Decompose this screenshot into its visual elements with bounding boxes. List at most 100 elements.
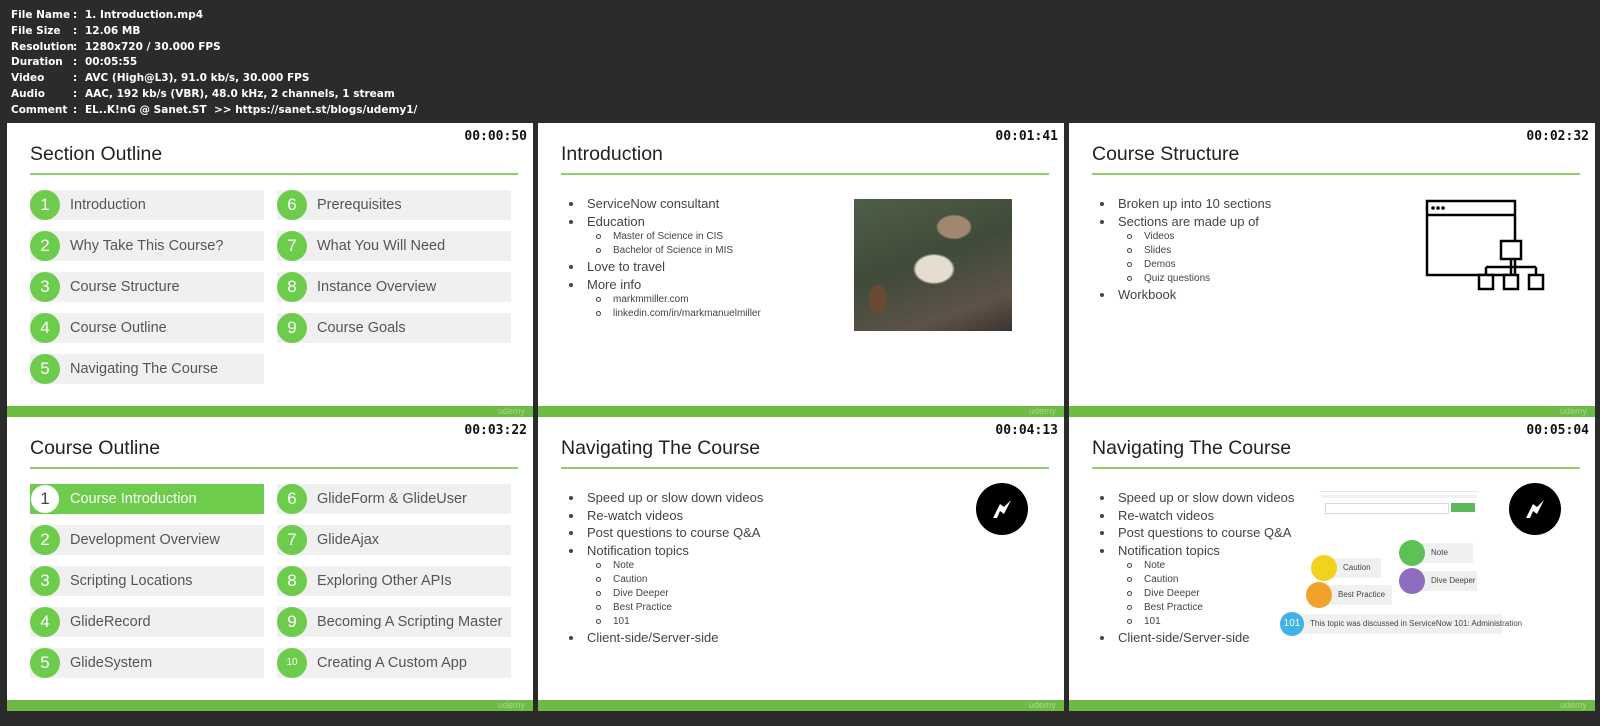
item-number: 4 (30, 313, 60, 343)
presenter-llama-photo (854, 199, 1012, 331)
outline-item: 5 Navigating The Course (30, 354, 264, 384)
info-row-file-name: File Name:1. Introduction.mp4 (11, 8, 417, 24)
slide-footer (538, 406, 1064, 417)
bullet-list: Speed up or slow down videos Re-watch vi… (564, 489, 763, 647)
bullet-item: Speed up or slow down videos (1095, 489, 1294, 507)
slide-footer (7, 700, 533, 711)
item-number: 7 (277, 525, 307, 555)
chip-label: Note (1431, 548, 1448, 557)
info-row-resolution: Resolution:1280x720 / 30.000 FPS (11, 40, 417, 56)
bullet-item: Re-watch videos (564, 507, 763, 525)
sub-bullet-item: Bachelor of Science in MIS (564, 244, 761, 258)
slide-footer (7, 406, 533, 417)
timestamp: 00:02:32 (1526, 129, 1589, 144)
outline-item: 9 Becoming A Scripting Master (277, 607, 511, 637)
brand-watermark: udemy (497, 406, 525, 416)
item-number: 6 (277, 190, 307, 220)
compass-icon (1509, 483, 1561, 535)
badge-101: 101 (1280, 612, 1304, 636)
outline-item: 2 Why Take This Course? (30, 231, 264, 261)
info-row-duration: Duration:00:05:55 (11, 55, 417, 71)
sub-bullet-item: 101 (564, 615, 763, 629)
chip-label: Dive Deeper (1431, 576, 1476, 585)
sub-bullet-item: Dive Deeper (1095, 587, 1294, 601)
bullet-list: Speed up or slow down videos Re-watch vi… (1095, 489, 1294, 647)
outline-item: 6 Prerequisites (277, 190, 511, 220)
outline-item: 6 GlideForm & GlideUser (277, 484, 511, 514)
brand-watermark: udemy (1028, 406, 1056, 416)
slide-footer (538, 700, 1064, 711)
thumbnail-introduction[interactable]: Introduction 00:01:41 ServiceNow consult… (538, 123, 1064, 417)
bullet-item: Post questions to course Q&A (564, 524, 763, 542)
outline-item-active: 1 Course Introduction (30, 484, 264, 514)
file-info-panel: File Name:1. Introduction.mp4 File Size:… (11, 8, 417, 119)
bullet-item: Speed up or slow down videos (564, 489, 763, 507)
slide-title: Section Outline (30, 143, 163, 165)
title-divider (1092, 467, 1580, 469)
info-row-audio: Audio: AAC, 192 kb/s (VBR), 48.0 kHz, 2 c… (11, 87, 417, 103)
info-value: 1280x720 / 30.000 FPS (85, 40, 221, 53)
brand-watermark: udemy (1028, 700, 1056, 710)
sub-bullet-item: Caution (564, 573, 763, 587)
outline-item: 4 GlideRecord (30, 607, 264, 637)
bullet-item: More info (564, 276, 761, 294)
info-key: File Size (11, 24, 61, 37)
item-number: 8 (277, 566, 307, 596)
item-number: 9 (277, 607, 307, 637)
brand-watermark: udemy (497, 700, 525, 710)
info-row-file-size: File Size:12.06 MB (11, 24, 417, 40)
bullet-item: Education (564, 213, 761, 231)
info-key: Duration (11, 56, 63, 69)
item-label: Course Structure (70, 279, 180, 295)
sub-bullet-item: Dive Deeper (564, 587, 763, 601)
sub-bullet-item: Caution (1095, 573, 1294, 587)
thumbnail-navigating-the-course-2[interactable]: Navigating The Course 00:05:04 Speed up … (1069, 417, 1595, 711)
item-label: Course Goals (317, 320, 406, 336)
info-value: 12.06 MB (85, 24, 141, 37)
item-label: Course Outline (70, 320, 167, 336)
outline-item: 3 Scripting Locations (30, 566, 264, 596)
bullet-item: ServiceNow consultant (564, 195, 761, 213)
slide-title: Introduction (561, 143, 663, 165)
item-number: 3 (30, 566, 60, 596)
slide-title: Course Outline (30, 437, 161, 459)
caution-icon (1311, 555, 1337, 581)
thumbnail-course-structure[interactable]: Course Structure 00:02:32 Broken up into… (1069, 123, 1595, 417)
info-key: File Name (11, 9, 71, 21)
outline-item: 7 What You Will Need (277, 231, 511, 261)
title-divider (561, 467, 1049, 469)
sub-bullet-item: linkedin.com/in/markmanuelmiller (564, 307, 761, 321)
bullet-list: ServiceNow consultant Education Master o… (564, 195, 761, 321)
outline-item: 4 Course Outline (30, 313, 264, 343)
item-label: Navigating The Course (70, 361, 219, 377)
item-number: 8 (277, 272, 307, 302)
note-chip: Note (1399, 540, 1473, 566)
dive-deeper-chip: Dive Deeper (1399, 568, 1477, 594)
thumbnail-navigating-the-course-1[interactable]: Navigating The Course 00:04:13 Speed up … (538, 417, 1064, 711)
thumbs-up-icon (1306, 582, 1332, 608)
best-practice-chip: Best Practice (1306, 582, 1392, 608)
slide-footer (1069, 700, 1595, 711)
thumbnail-course-outline[interactable]: Course Outline 00:03:22 1 Course Introduc… (7, 417, 533, 711)
bullet-item: Client-side/Server-side (1095, 629, 1294, 647)
title-divider (30, 467, 518, 469)
item-number: 7 (277, 231, 307, 261)
outline-item: 2 Development Overview (30, 525, 264, 555)
item-label: Becoming A Scripting Master (317, 614, 503, 630)
outline-item: 5 GlideSystem (30, 648, 264, 678)
item-number: 5 (30, 354, 60, 384)
thumbnail-section-outline[interactable]: Section Outline 00:00:50 1 Introduction 2… (7, 123, 533, 417)
sub-bullet-item: Master of Science in CIS (564, 230, 761, 244)
qa-search-mockup (1319, 491, 1479, 524)
note-icon (1399, 540, 1425, 566)
timestamp: 00:05:04 (1526, 423, 1589, 438)
sub-bullet-item: Note (564, 559, 763, 573)
slide-title: Course Structure (1092, 143, 1240, 165)
item-number: 6 (277, 484, 307, 514)
brand-watermark: udemy (1559, 406, 1587, 416)
item-label: Exploring Other APIs (317, 573, 452, 589)
item-label: Development Overview (70, 532, 220, 548)
outline-item: 9 Course Goals (277, 313, 511, 343)
timestamp: 00:00:50 (464, 129, 527, 144)
outline-item: 7 GlideAjax (277, 525, 511, 555)
